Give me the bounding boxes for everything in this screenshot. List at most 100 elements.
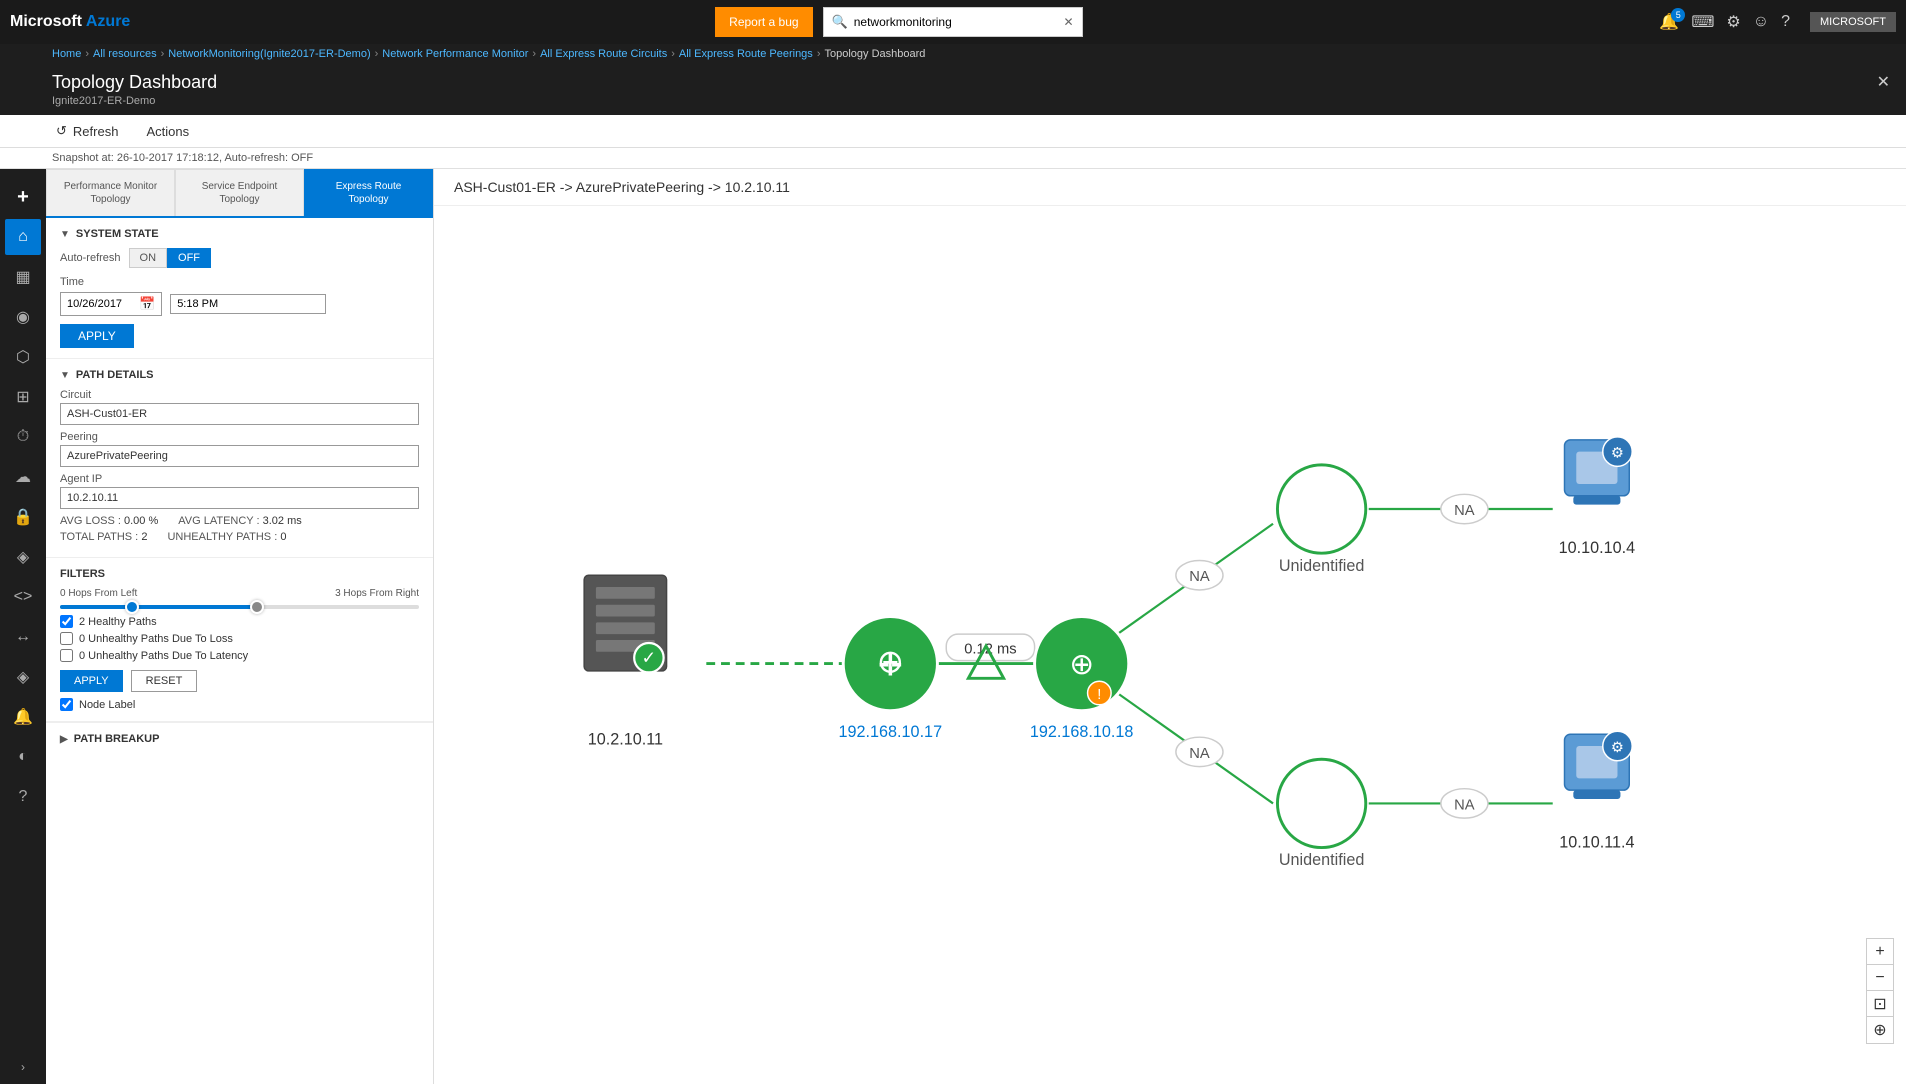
toolbar: ↺ Refresh Actions	[0, 115, 1906, 148]
latency-paths-row: 0 Unhealthy Paths Due To Latency	[60, 649, 419, 662]
terminal-icon[interactable]: ⌨	[1691, 12, 1714, 32]
router1-node[interactable]: ⊕ ✛	[843, 616, 937, 710]
actions-button[interactable]: Actions	[142, 122, 193, 141]
path-collapse-triangle: ▼	[60, 370, 70, 381]
azure-logo: Microsoft Azure	[10, 13, 130, 31]
filter-reset-button[interactable]: RESET	[131, 670, 198, 692]
nav-arrows-icon[interactable]: ↔	[5, 619, 41, 655]
breadcrumb-all-resources[interactable]: All resources	[93, 48, 157, 60]
date-input[interactable]	[67, 298, 139, 310]
breadcrumb-peerings[interactable]: All Express Route Peerings	[679, 48, 813, 60]
nav-add-icon[interactable]: +	[5, 179, 41, 215]
circuit-input[interactable]	[60, 403, 419, 425]
settings-icon[interactable]: ⚙	[1726, 12, 1740, 32]
toggle-on-button[interactable]: ON	[129, 248, 168, 268]
loss-paths-row: 0 Unhealthy Paths Due To Loss	[60, 632, 419, 645]
loss-paths-checkbox[interactable]	[60, 632, 73, 645]
avg-loss-value: 0.00 %	[124, 515, 158, 527]
help-icon[interactable]: ?	[1781, 13, 1790, 31]
tab-express-route[interactable]: Express Route Topology	[304, 169, 433, 216]
nav-lock-icon[interactable]: 🔒	[5, 499, 41, 535]
nav-help-icon[interactable]: ?	[5, 779, 41, 815]
nav-network-icon[interactable]: ◈	[5, 659, 41, 695]
breadcrumb-npm[interactable]: Network Performance Monitor	[382, 48, 528, 60]
latency-paths-checkbox[interactable]	[60, 649, 73, 662]
hops-right-label: 3 Hops From Right	[335, 588, 419, 599]
zoom-center-button[interactable]: ⊕	[1867, 1017, 1893, 1043]
snapshot-text: Snapshot at: 26-10-2017 17:18:12, Auto-r…	[52, 152, 313, 164]
search-input[interactable]	[854, 15, 1064, 29]
breadcrumb-home[interactable]: Home	[52, 48, 81, 60]
path-breakup-triangle: ▶	[60, 734, 68, 745]
zoom-out-button[interactable]: −	[1867, 965, 1893, 991]
user-avatar[interactable]: MICROSOFT	[1810, 12, 1896, 32]
filters-section: FILTERS 0 Hops From Left 3 Hops From Rig…	[46, 558, 433, 722]
slider-thumb-left[interactable]	[125, 600, 139, 614]
nav-dashboard-icon[interactable]: ▦	[5, 259, 41, 295]
agent-node[interactable]: ✓	[584, 575, 666, 672]
notification-badge: 5	[1671, 8, 1685, 22]
topbar: Microsoft Azure Report a bug 🔍 ✕ 🔔 5 ⌨ ⚙…	[0, 0, 1906, 44]
nav-home-icon[interactable]: ⌂	[5, 219, 41, 255]
nav-apps-icon[interactable]: ⊞	[5, 379, 41, 415]
path-breakup-section[interactable]: ▶ PATH BREAKUP	[46, 722, 433, 755]
path-details-label: PATH DETAILS	[76, 369, 154, 381]
topology-path-header: ASH-Cust01-ER -> AzurePrivatePeering -> …	[434, 169, 1906, 206]
topbar-icons: 🔔 5 ⌨ ⚙ ☺ ? MICROSOFT	[1659, 12, 1896, 32]
unid-bot-node[interactable]	[1277, 759, 1365, 847]
calendar-icon[interactable]: 📅	[139, 296, 155, 312]
nav-expand-icon[interactable]: ›	[21, 1060, 25, 1074]
datetime-row: 📅	[60, 292, 419, 316]
system-state-header[interactable]: ▼ SYSTEM STATE	[60, 228, 419, 240]
unhealthy-paths-label: UNHEALTHY PATHS :	[167, 531, 277, 543]
filters-header: FILTERS	[60, 568, 419, 580]
dest-top-node[interactable]: ⚙	[1564, 437, 1632, 505]
breadcrumb-network-monitoring[interactable]: NetworkMonitoring(Ignite2017-ER-Demo)	[168, 48, 370, 60]
healthy-paths-label: 2 Healthy Paths	[79, 616, 157, 628]
notification-icon[interactable]: 🔔 5	[1659, 12, 1679, 32]
left-panel: Performance Monitor Topology Service End…	[46, 169, 434, 1084]
nav-alert-icon[interactable]: 🔔	[5, 699, 41, 735]
avg-latency-label: AVG LATENCY :	[178, 515, 259, 527]
svg-text:⊕: ⊕	[1069, 648, 1094, 681]
unhealthy-paths-value: 0	[280, 531, 286, 543]
breadcrumb-express-route[interactable]: All Express Route Circuits	[540, 48, 667, 60]
nav-cloud-icon[interactable]: ☁	[5, 459, 41, 495]
close-button[interactable]: ✕	[1877, 72, 1890, 92]
healthy-paths-checkbox[interactable]	[60, 615, 73, 628]
healthy-paths-row: 2 Healthy Paths	[60, 615, 419, 628]
time-input[interactable]	[170, 294, 326, 314]
node-label-checkbox[interactable]	[60, 698, 73, 711]
search-clear-icon[interactable]: ✕	[1063, 15, 1073, 29]
nav-resources-icon[interactable]: ◉	[5, 299, 41, 335]
nav-monitor-icon[interactable]: ◈	[5, 539, 41, 575]
nav-code-icon[interactable]: <>	[5, 579, 41, 615]
slider-thumb-right[interactable]	[250, 600, 264, 614]
avg-loss-label: AVG LOSS :	[60, 515, 121, 527]
filter-apply-button[interactable]: APPLY	[60, 670, 123, 692]
agent-ip-label: Agent IP	[60, 473, 419, 485]
tab-performance-monitor[interactable]: Performance Monitor Topology	[46, 169, 175, 216]
router2-node[interactable]: ⊕ !	[1035, 616, 1129, 710]
report-bug-button[interactable]: Report a bug	[715, 7, 812, 37]
unid-top-node[interactable]	[1277, 465, 1365, 553]
path-details-header[interactable]: ▼ PATH DETAILS	[60, 369, 419, 381]
refresh-button[interactable]: ↺ Refresh	[52, 121, 122, 141]
svg-text:⚙: ⚙	[1611, 740, 1624, 756]
nav-person-icon[interactable]: ◐	[5, 739, 41, 775]
slider-track[interactable]	[60, 605, 419, 609]
agent-ip-input[interactable]	[60, 487, 419, 509]
zoom-in-button[interactable]: +	[1867, 939, 1893, 965]
zoom-fit-button[interactable]: ⊡	[1867, 991, 1893, 1017]
dest-bot-node[interactable]: ⚙	[1564, 731, 1632, 799]
nav-hex-icon[interactable]: ⬡	[5, 339, 41, 375]
svg-text:✛: ✛	[878, 649, 903, 682]
smiley-icon[interactable]: ☺	[1753, 13, 1769, 31]
apply-time-button[interactable]: APPLY	[60, 324, 134, 348]
tab-service-endpoint[interactable]: Service Endpoint Topology	[175, 169, 304, 216]
breadcrumb: Home › All resources › NetworkMonitoring…	[0, 44, 1906, 64]
toggle-off-button[interactable]: OFF	[167, 248, 211, 268]
peering-input[interactable]	[60, 445, 419, 467]
nav-timer-icon[interactable]: ⏱	[5, 419, 41, 455]
panel-tabs: Performance Monitor Topology Service End…	[46, 169, 433, 218]
